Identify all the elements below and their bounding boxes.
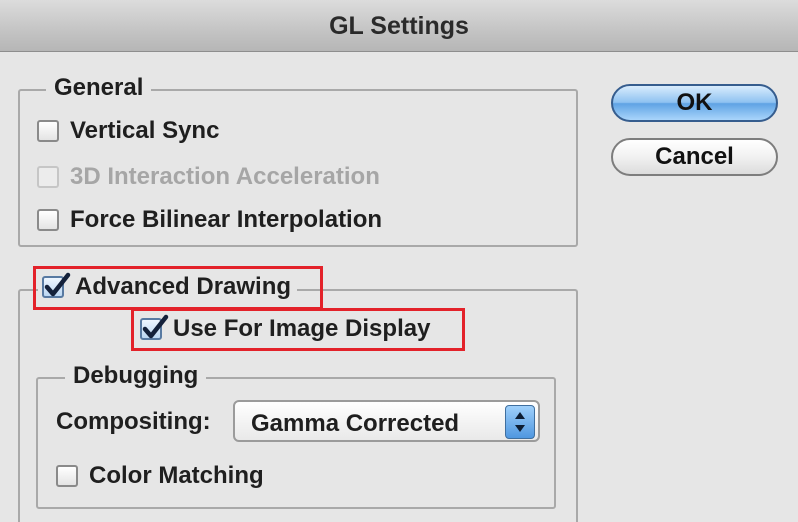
vertical-sync-checkbox[interactable] [37, 120, 59, 142]
use-for-image-display-highlight [131, 308, 465, 351]
color-matching-checkbox[interactable] [56, 465, 78, 487]
vertical-sync-label: Vertical Sync [70, 117, 220, 144]
color-matching-option[interactable]: Color Matching [56, 462, 264, 490]
ok-button[interactable]: OK [611, 84, 778, 122]
up-down-arrows-icon[interactable] [505, 405, 535, 439]
debugging-legend: Debugging [65, 362, 207, 390]
3d-interaction-acceleration-checkbox [37, 166, 59, 188]
3d-interaction-acceleration-label: 3D Interaction Acceleration [70, 163, 380, 190]
color-matching-label: Color Matching [89, 462, 264, 489]
force-bilinear-interpolation-option[interactable]: Force Bilinear Interpolation [37, 206, 382, 234]
general-legend: General [46, 74, 152, 102]
title-bar: GL Settings [0, 0, 798, 52]
advanced-drawing-highlight [33, 266, 323, 310]
3d-interaction-acceleration-option: 3D Interaction Acceleration [37, 163, 380, 191]
force-bilinear-interpolation-checkbox[interactable] [37, 209, 59, 231]
compositing-label: Compositing: [56, 408, 211, 435]
compositing-select[interactable]: Gamma Corrected [233, 400, 540, 442]
force-bilinear-interpolation-label: Force Bilinear Interpolation [70, 206, 383, 233]
vertical-sync-option[interactable]: Vertical Sync [37, 117, 219, 145]
compositing-value: Gamma Corrected [251, 410, 460, 437]
window-title: GL Settings [329, 12, 469, 40]
cancel-button[interactable]: Cancel [611, 138, 778, 176]
